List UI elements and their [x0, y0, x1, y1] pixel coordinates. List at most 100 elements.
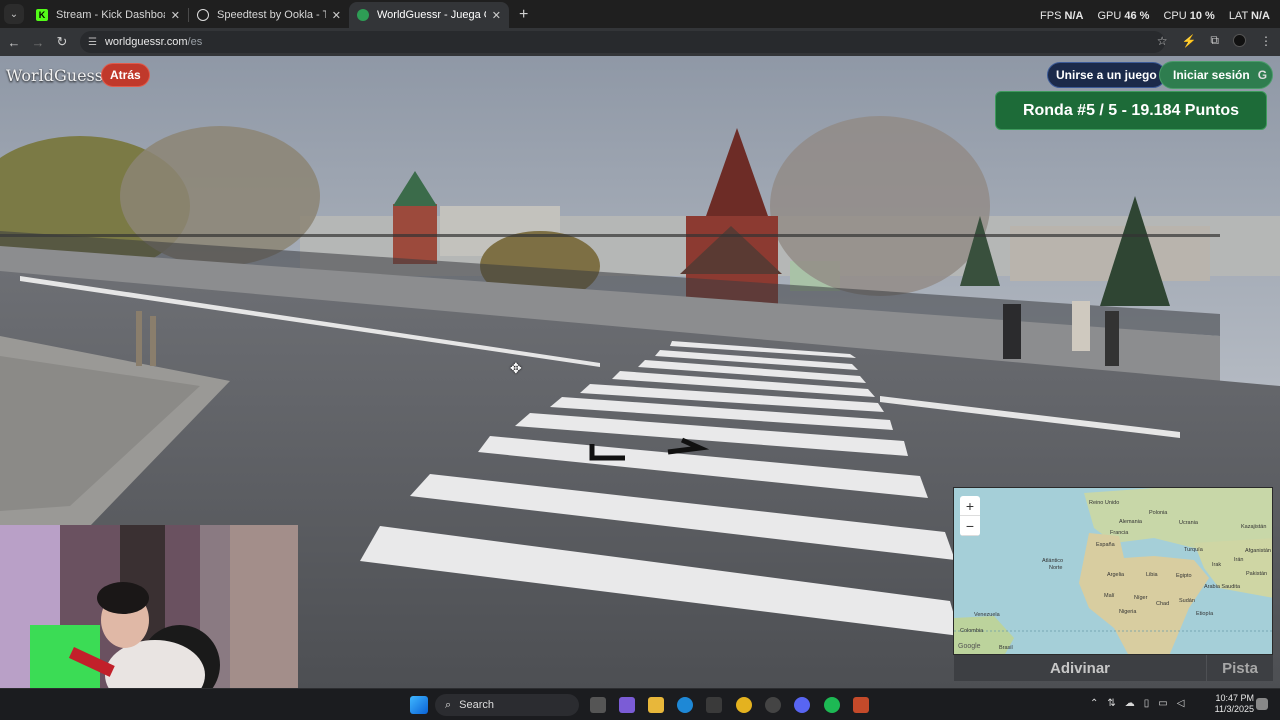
map-label: España: [1096, 542, 1115, 548]
browser-tab-strip: ⌄ K Stream - Kick Dashboard ✕ Speedtest …: [0, 0, 1280, 28]
tab-kick-dashboard[interactable]: K Stream - Kick Dashboard ✕: [28, 2, 188, 28]
tab-title: WorldGuessr - Juega GeoGuessr: [377, 9, 486, 21]
google-map-logo: Google: [958, 643, 981, 650]
close-tab-icon[interactable]: ✕: [492, 9, 501, 22]
back-arrow-icon[interactable]: ←: [2, 35, 26, 50]
map-label: Libia: [1146, 572, 1158, 578]
round-score-banner: Ronda #5 / 5 - 19.184 Puntos: [995, 91, 1267, 130]
spotify-icon[interactable]: [824, 697, 840, 713]
map-label: Egipto: [1176, 573, 1192, 579]
back-button[interactable]: Atrás: [101, 63, 150, 87]
map-label: Etiopía: [1196, 611, 1214, 617]
streetview-panorama[interactable]: WorldGuessr Atrás Unirse a un juego Inic…: [0, 56, 1280, 688]
map-label: Afganistán: [1245, 548, 1271, 554]
clock-time: 10:47 PM: [1215, 693, 1254, 703]
map-label: Turquía: [1184, 547, 1203, 553]
steam-icon[interactable]: [765, 697, 781, 713]
new-tab-button[interactable]: +: [519, 6, 528, 24]
notification-bell-icon[interactable]: [1256, 698, 1268, 710]
reload-icon[interactable]: ↻: [50, 34, 74, 50]
windows-taskbar: ⌕ Search ⌃ ⇅ ☁ ▯ ▭ ◁ 10:47 PM 11/3/2025: [0, 688, 1280, 720]
chrome-icon[interactable]: [736, 697, 752, 713]
volume-icon[interactable]: ◁: [1177, 698, 1185, 709]
site-info-icon[interactable]: ☰: [88, 37, 97, 48]
network-icon[interactable]: ▭: [1158, 698, 1167, 709]
zoom-out-button[interactable]: −: [960, 516, 980, 536]
webcam-feed: [0, 525, 298, 688]
google-icon: G: [1257, 68, 1268, 82]
map-label: Pakistán: [1246, 571, 1268, 577]
gpu-stat: GPU 46 %: [1097, 10, 1150, 22]
tab-title: Stream - Kick Dashboard: [56, 9, 165, 21]
system-tray: ⌃ ⇅ ☁ ▯ ▭ ◁: [1090, 698, 1184, 709]
hint-button[interactable]: Pista: [1207, 655, 1273, 681]
map-label: Malí: [1104, 593, 1115, 599]
lat-stat: LAT N/A: [1228, 10, 1270, 22]
bookmark-star-icon[interactable]: ☆: [1157, 34, 1168, 48]
speedtest-icon: [197, 9, 209, 21]
close-tab-icon[interactable]: ✕: [332, 9, 341, 22]
mic-icon[interactable]: ▯: [1144, 698, 1150, 709]
search-placeholder: Search: [459, 699, 495, 711]
join-game-button[interactable]: Unirse a un juego: [1047, 62, 1166, 88]
menu-kebab-icon[interactable]: ⋮: [1260, 34, 1272, 48]
sync-icon[interactable]: ⇅: [1107, 698, 1115, 709]
map-label: Colombia: [960, 628, 984, 634]
map-label: Polonia: [1149, 510, 1168, 516]
clock[interactable]: 10:47 PM 11/3/2025: [1215, 693, 1254, 715]
map-label: Norte: [1049, 565, 1063, 571]
search-icon: ⌕: [445, 698, 452, 711]
move-cursor-icon: ✥: [510, 360, 522, 376]
obs-icon[interactable]: [853, 697, 869, 713]
extensions-puzzle-icon[interactable]: ⧉: [1210, 33, 1219, 48]
extension-icon[interactable]: ⚡: [1181, 34, 1196, 48]
map-label: Francia: [1110, 530, 1129, 536]
chevron-up-icon[interactable]: ⌃: [1090, 698, 1098, 709]
discord-icon[interactable]: [794, 697, 810, 713]
url-path: /es: [187, 36, 203, 48]
zoom-in-button[interactable]: +: [960, 496, 980, 516]
screen: ⌄ K Stream - Kick Dashboard ✕ Speedtest …: [0, 0, 1280, 720]
edge-icon[interactable]: [677, 697, 693, 713]
map-label: Sudán: [1179, 598, 1195, 604]
fps-stat: FPS N/A: [1040, 10, 1084, 22]
tab-worldguessr[interactable]: WorldGuessr - Juega GeoGuessr ✕: [349, 2, 509, 28]
map-label: Brasil: [999, 645, 1013, 651]
profile-avatar[interactable]: [1233, 34, 1246, 47]
map-label: Kazajistán: [1241, 524, 1267, 530]
webcam-overlay: [0, 525, 298, 688]
worldguessr-logo[interactable]: WorldGuessr: [6, 66, 111, 85]
taskbar-search[interactable]: ⌕ Search: [435, 694, 579, 716]
map-label: Irak: [1212, 562, 1222, 568]
worldguessr-icon: [357, 9, 369, 21]
map-label: Alemania: [1119, 519, 1142, 525]
map-label: Atlántico: [1042, 558, 1064, 564]
kick-icon: K: [36, 9, 48, 21]
login-button-label: Iniciar sesión: [1173, 68, 1250, 82]
map-label: Argelia: [1107, 572, 1125, 578]
performance-overlay: FPS N/A GPU 46 % CPU 10 % LAT N/A: [1040, 10, 1270, 22]
windows-start-icon[interactable]: [410, 696, 428, 714]
login-button[interactable]: Iniciar sesión G: [1159, 61, 1273, 89]
copilot-icon[interactable]: [619, 697, 635, 713]
map-label: Venezuela: [974, 612, 1000, 618]
map-zoom-controls: + −: [960, 496, 980, 536]
task-view-icon[interactable]: [590, 697, 606, 713]
close-tab-icon[interactable]: ✕: [171, 9, 180, 22]
url-host: worldguessr.com: [104, 36, 188, 48]
cpu-stat: CPU 10 %: [1163, 10, 1215, 22]
store-icon[interactable]: [706, 697, 722, 713]
forward-arrow-icon[interactable]: →: [26, 35, 50, 50]
clock-date: 11/3/2025: [1214, 704, 1254, 714]
toolbar-actions: ☆ ⚡ ⧉ ⋮: [1157, 33, 1272, 48]
file-explorer-icon[interactable]: [648, 697, 664, 713]
tab-speedtest[interactable]: Speedtest by Ookla - The Global ✕: [189, 2, 349, 28]
guess-minimap[interactable]: Atlántico Norte Reino Unido Polonia Alem…: [953, 487, 1273, 655]
map-label: Chad: [1156, 601, 1170, 607]
address-bar[interactable]: ☰ worldguessr.com/es: [80, 31, 1165, 53]
map-label: Nigeria: [1119, 609, 1137, 615]
map-label: Irán: [1234, 557, 1244, 563]
tab-search-menu-button[interactable]: ⌄: [4, 4, 24, 24]
guess-button[interactable]: Adivinar: [954, 655, 1206, 681]
cloud-icon[interactable]: ☁: [1125, 698, 1135, 709]
